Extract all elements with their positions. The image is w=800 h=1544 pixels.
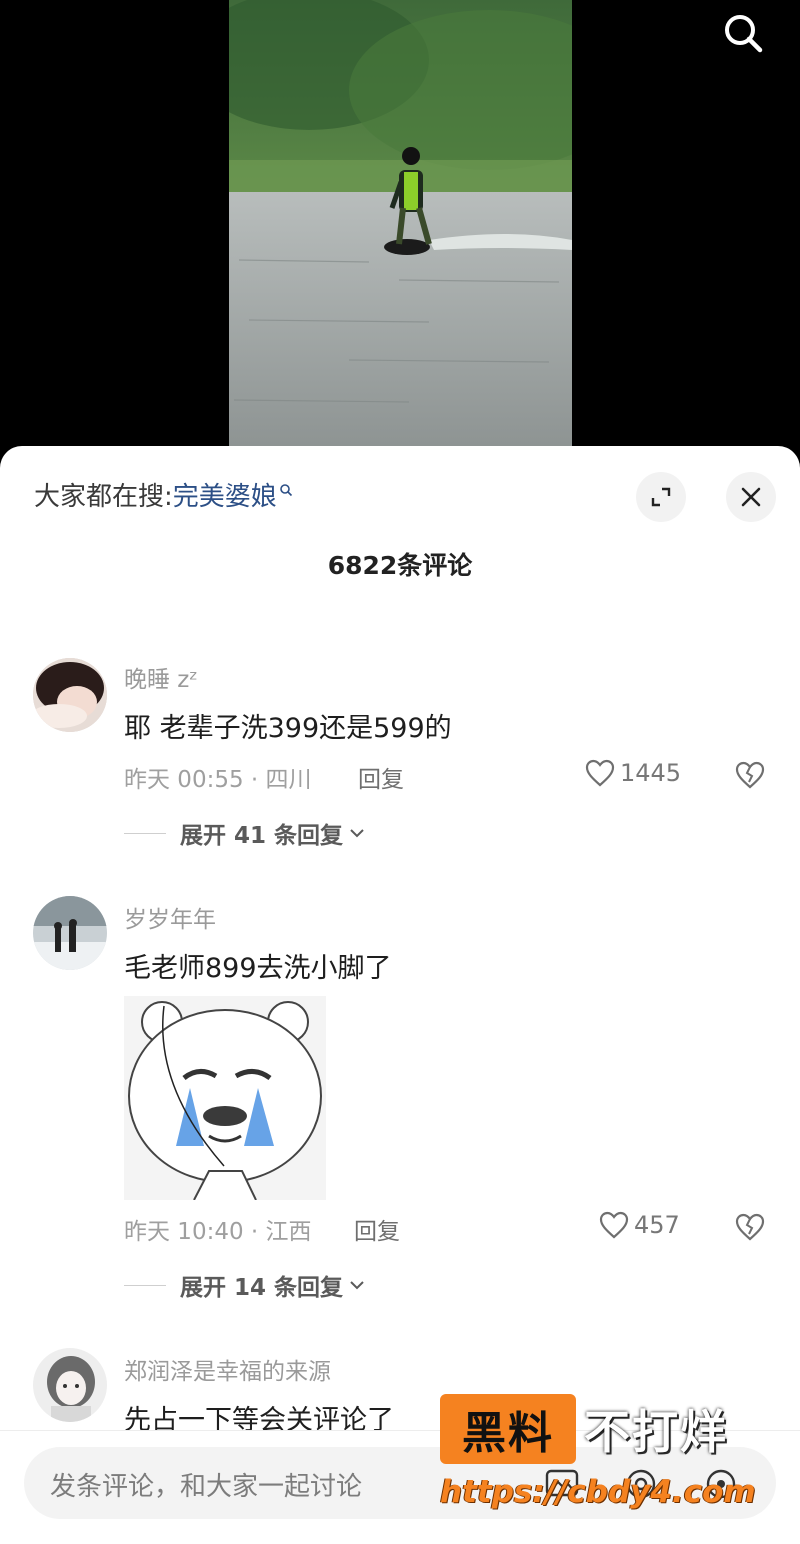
expand-replies-label: 展开 14 条回复 (180, 1275, 344, 1301)
hot-search-term[interactable]: 完美婆娘 (173, 476, 277, 513)
watermark-badge: 黑料 (440, 1394, 576, 1464)
close-button[interactable] (726, 472, 776, 522)
expand-button[interactable] (636, 472, 686, 522)
like-count: 457 (634, 1211, 680, 1239)
comment-text: 耶 老辈子洗399还是599的 (124, 713, 452, 744)
watermark-url: https://cbdy4.com (440, 1474, 756, 1510)
search-icon (279, 483, 292, 496)
comment-sticker[interactable] (124, 996, 326, 1201)
avatar[interactable] (33, 896, 107, 970)
reply-button[interactable]: 回复 (354, 1212, 400, 1246)
comment-meta: 昨天 10:40 · 江西 (124, 1219, 312, 1245)
comment-text: 毛老师899去洗小脚了 (124, 953, 392, 984)
crying-bear-sticker (124, 996, 326, 1201)
hot-search-bar[interactable]: 大家都在搜: 完美婆娘 (34, 476, 293, 513)
expand-icon (651, 487, 671, 507)
comment-count: 6822条评论 (327, 551, 473, 580)
dislike-button[interactable] (734, 1212, 766, 1246)
watermark-text: 不打烊 (584, 1405, 728, 1459)
watermark: 黑料 不打烊 https://cbdy4.com (436, 1390, 776, 1520)
broken-heart-icon (735, 761, 765, 789)
video-thumbnail (229, 0, 572, 446)
comment-input-placeholder: 发条评论，和大家一起讨论 (50, 1472, 363, 1502)
hot-search-prefix: 大家都在搜: (34, 482, 173, 512)
like-count: 1445 (620, 759, 682, 787)
heart-icon (585, 759, 615, 787)
comment-sheet: 大家都在搜: 完美婆娘 6822条评论 晚睡 zᶻ 耶 老辈子洗399还是599… (0, 446, 800, 1544)
video-frame[interactable] (229, 0, 572, 446)
avatar[interactable] (33, 658, 107, 732)
heart-icon (599, 1211, 629, 1239)
comment-item: 晚睡 zᶻ 耶 老辈子洗399还是599的 昨天 00:55 · 四川 回复 1… (0, 656, 800, 856)
reply-button[interactable]: 回复 (358, 760, 404, 794)
close-icon (741, 487, 761, 507)
divider (124, 1284, 166, 1286)
dislike-button[interactable] (734, 760, 766, 794)
video-player[interactable] (0, 0, 800, 460)
like-button[interactable]: 457 (598, 1210, 680, 1240)
comment-item: 岁岁年年 毛老师899去洗小脚了 昨天 10:40 · 江西 回复 457 展开… (0, 896, 800, 1316)
expand-replies[interactable]: 展开 14 条回复 (124, 1268, 365, 1302)
expand-replies-label: 展开 41 条回复 (180, 823, 344, 849)
like-button[interactable]: 1445 (584, 758, 681, 788)
chevron-down-icon (350, 1281, 364, 1290)
comment-meta: 昨天 00:55 · 四川 (124, 767, 312, 793)
search-button[interactable] (718, 8, 768, 58)
comment-username[interactable]: 岁岁年年 (124, 900, 216, 934)
divider (124, 832, 166, 834)
chevron-down-icon (350, 829, 364, 838)
broken-heart-icon (735, 1213, 765, 1241)
search-icon (725, 15, 763, 53)
comment-username[interactable]: 郑润泽是幸福的来源 (124, 1352, 331, 1386)
avatar[interactable] (33, 1348, 107, 1422)
expand-replies[interactable]: 展开 41 条回复 (124, 816, 365, 850)
comment-username[interactable]: 晚睡 zᶻ (124, 660, 198, 694)
